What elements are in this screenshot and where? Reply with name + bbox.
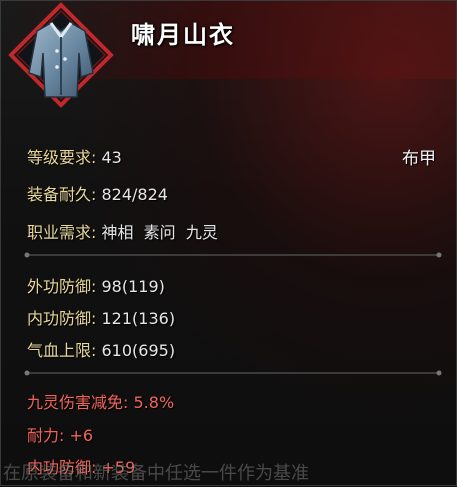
stat-row-durability: 装备耐久: 824/824 [27, 181, 168, 205]
stat-row-inner-defense: 内功防御: 121(136) [27, 305, 175, 329]
stat-value: 824/824 [101, 185, 168, 204]
stat-value: 610(695) [101, 341, 176, 360]
stat-label: 等级要求: [27, 148, 97, 167]
divider [24, 370, 442, 376]
divider [24, 252, 442, 258]
item-tooltip: 啸月山衣 等级要求: 43 布甲 装备耐久: 824/824 职业需求: 神相 … [0, 0, 457, 486]
stat-row-hp: 气血上限: 610(695) [27, 337, 175, 361]
stat-value: 98(119) [101, 277, 165, 296]
bonus-value: +6 [69, 426, 94, 445]
item-name: 啸月山衣 [131, 20, 235, 49]
stat-label: 装备耐久: [27, 185, 97, 204]
stat-label: 职业需求: [27, 223, 97, 242]
bonus-value: 5.8% [133, 393, 175, 412]
bonus-label: 耐力: [27, 426, 65, 445]
stat-row-outer-defense: 外功防御: 98(119) [27, 273, 165, 297]
stat-value: 43 [101, 148, 122, 167]
stat-row-class: 职业需求: 神相 素问 九灵 [27, 219, 218, 243]
stat-row-level: 等级要求: 43 [27, 144, 122, 168]
stat-label: 外功防御: [27, 277, 97, 296]
bonus-row-damage-reduction: 九灵伤害减免: 5.8% [27, 389, 174, 413]
robe-icon [8, 2, 114, 108]
armor-type: 布甲 [402, 149, 436, 169]
stat-value: 121(136) [101, 309, 176, 328]
stat-value: 神相 素问 九灵 [101, 223, 218, 242]
bonus-row-stamina: 耐力: +6 [27, 422, 93, 446]
bonus-label: 九灵伤害减免: [27, 393, 129, 412]
stat-label: 气血上限: [27, 341, 97, 360]
bottom-hint-text: 在原装备和新装备中任选一件作为基准 [3, 463, 309, 484]
stat-label: 内功防御: [27, 309, 97, 328]
